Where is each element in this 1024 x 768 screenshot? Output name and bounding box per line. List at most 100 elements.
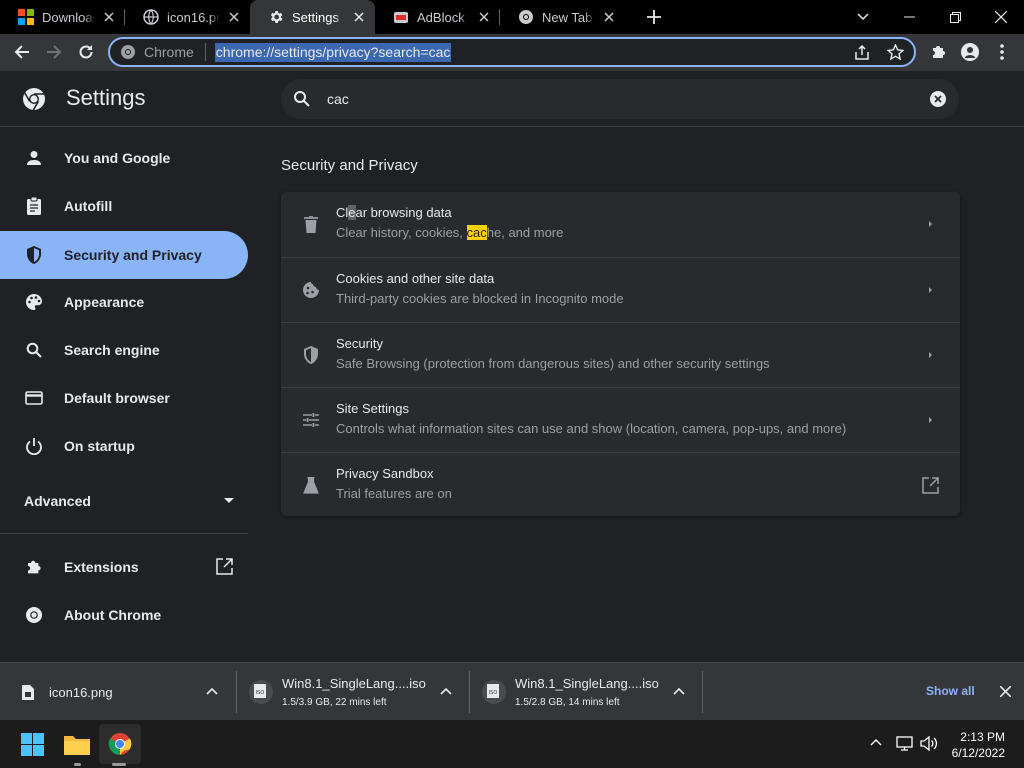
tab-icon16[interactable]: icon16.png (125, 0, 250, 34)
sidebar-item-about-chrome[interactable]: About Chrome (0, 591, 248, 639)
tab-new-tab[interactable]: New Tab (500, 0, 625, 34)
search-input[interactable] (327, 91, 887, 107)
row-description: Clear history, cookies, cache, and more (336, 225, 564, 240)
share-icon[interactable] (854, 45, 870, 61)
tab-title: Settings (292, 9, 339, 25)
file-explorer-icon[interactable] (64, 733, 90, 755)
sidebar-advanced-toggle[interactable]: Advanced (24, 493, 234, 509)
globe-icon (143, 9, 159, 25)
row-site-settings[interactable]: Site Settings Controls what information … (281, 387, 960, 452)
row-description: Third-party cookies are blocked in Incog… (336, 291, 624, 306)
show-all-downloads-link[interactable]: Show all (926, 684, 975, 698)
download-filename: icon16.png (49, 684, 113, 700)
caret-down-icon (224, 498, 234, 503)
close-shelf-icon[interactable] (1000, 686, 1011, 697)
new-tab-button[interactable] (639, 0, 669, 34)
browser-icon (24, 388, 44, 408)
chevron-right-icon (929, 352, 932, 358)
download-item[interactable]: ISO Win8.1_SingleLang....iso 1.5/2.8 GB,… (481, 663, 691, 721)
sidebar-item-you-and-google[interactable]: You and Google (0, 134, 248, 182)
sidebar-item-label: Default browser (64, 390, 170, 406)
row-clear-browsing-data[interactable]: Clear browsing data Clear history, cooki… (281, 192, 960, 257)
minimize-button[interactable] (886, 0, 932, 34)
tab-title: AdBlock — (417, 9, 470, 25)
tab-settings[interactable]: Settings (250, 0, 375, 34)
clock-time[interactable]: 2:13 PM (960, 730, 1005, 744)
sidebar-item-security-and-privacy[interactable]: Security and Privacy (0, 231, 248, 279)
search-icon (24, 340, 44, 360)
chevron-up-icon (673, 687, 685, 695)
sidebar-item-default-browser[interactable]: Default browser (0, 374, 248, 422)
row-title: Security (336, 336, 383, 351)
row-privacy-sandbox[interactable]: Privacy Sandbox Trial features are on (281, 452, 960, 516)
shield-icon (24, 245, 44, 265)
chrome-icon (518, 9, 534, 25)
close-tab-icon[interactable] (601, 9, 617, 25)
advanced-label: Advanced (24, 493, 91, 509)
sliders-icon (301, 410, 321, 430)
row-cookies[interactable]: Cookies and other site data Third-party … (281, 257, 960, 322)
sidebar-item-label: Search engine (64, 342, 160, 358)
download-status: 1.5/2.8 GB, 14 mins left (515, 697, 620, 708)
sidebar-item-label: About Chrome (64, 607, 162, 623)
chevron-up-icon (206, 687, 218, 695)
sidebar-item-search-engine[interactable]: Search engine (0, 326, 248, 374)
profile-button[interactable] (956, 38, 984, 66)
settings-header: Settings (0, 71, 1024, 127)
settings-search-box[interactable] (281, 79, 959, 119)
reload-button[interactable] (72, 38, 100, 66)
adblock-icon (393, 9, 409, 25)
browser-toolbar: Chrome chrome://settings/privacy?search=… (0, 34, 1024, 71)
sidebar-divider (0, 533, 248, 534)
open-in-new-icon (216, 558, 233, 575)
avatar-icon (961, 43, 979, 61)
tab-search-button[interactable] (840, 0, 886, 34)
sidebar-item-extensions[interactable]: Extensions (0, 543, 248, 591)
chevron-down-icon (857, 13, 869, 21)
puzzle-icon (933, 46, 945, 58)
clock-date[interactable]: 6/12/2022 (952, 746, 1005, 760)
windows-start-icon[interactable] (21, 733, 44, 756)
close-tab-icon[interactable] (476, 9, 492, 25)
close-tab-icon[interactable] (101, 9, 117, 25)
sidebar-item-appearance[interactable]: Appearance (0, 278, 248, 326)
download-item[interactable]: ISO Win8.1_SingleLang....iso 1.5/3.9 GB,… (248, 663, 458, 721)
tab-adblock[interactable]: AdBlock — (375, 0, 500, 34)
site-info-chip[interactable]: Chrome (110, 44, 194, 60)
svg-text:ISO: ISO (256, 690, 265, 696)
back-button[interactable] (8, 38, 36, 66)
menu-button[interactable] (988, 38, 1016, 66)
row-security[interactable]: Security Safe Browsing (protection from … (281, 322, 960, 387)
sidebar-item-label: Security and Privacy (64, 247, 202, 263)
sidebar-item-on-startup[interactable]: On startup (0, 422, 248, 470)
download-status: 1.5/3.9 GB, 22 mins left (282, 697, 387, 708)
tab-title: Download \ (42, 9, 95, 25)
tab-download[interactable]: Download \ (0, 0, 125, 34)
disc-image-icon: ISO (249, 680, 273, 704)
search-icon (294, 91, 310, 107)
url-text[interactable]: chrome://settings/privacy?search=cac (214, 42, 452, 62)
close-tab-icon[interactable] (351, 9, 367, 25)
address-bar[interactable]: Chrome chrome://settings/privacy?search=… (108, 37, 916, 67)
close-icon (995, 11, 1007, 23)
restore-icon (949, 11, 961, 23)
close-window-button[interactable] (978, 0, 1024, 34)
close-tab-icon[interactable] (226, 9, 242, 25)
row-title: Privacy Sandbox (336, 466, 434, 481)
volume-icon[interactable] (920, 736, 938, 751)
chevron-up-icon[interactable] (870, 738, 882, 746)
disc-image-icon: ISO (482, 680, 506, 704)
sidebar-item-autofill[interactable]: Autofill (0, 182, 248, 230)
network-icon[interactable] (896, 736, 913, 751)
bookmark-star-icon[interactable] (887, 44, 904, 61)
download-item[interactable]: icon16.png (22, 663, 222, 721)
row-description: Trial features are on (336, 486, 452, 501)
chrome-taskbar-icon[interactable] (108, 732, 132, 756)
gear-icon (268, 9, 284, 25)
section-title: Security and Privacy (281, 157, 418, 174)
extensions-button[interactable] (924, 38, 952, 66)
row-description: Safe Browsing (protection from dangerous… (336, 356, 770, 371)
clear-search-icon[interactable] (929, 90, 947, 108)
restore-button[interactable] (932, 0, 978, 34)
forward-button[interactable] (40, 38, 68, 66)
